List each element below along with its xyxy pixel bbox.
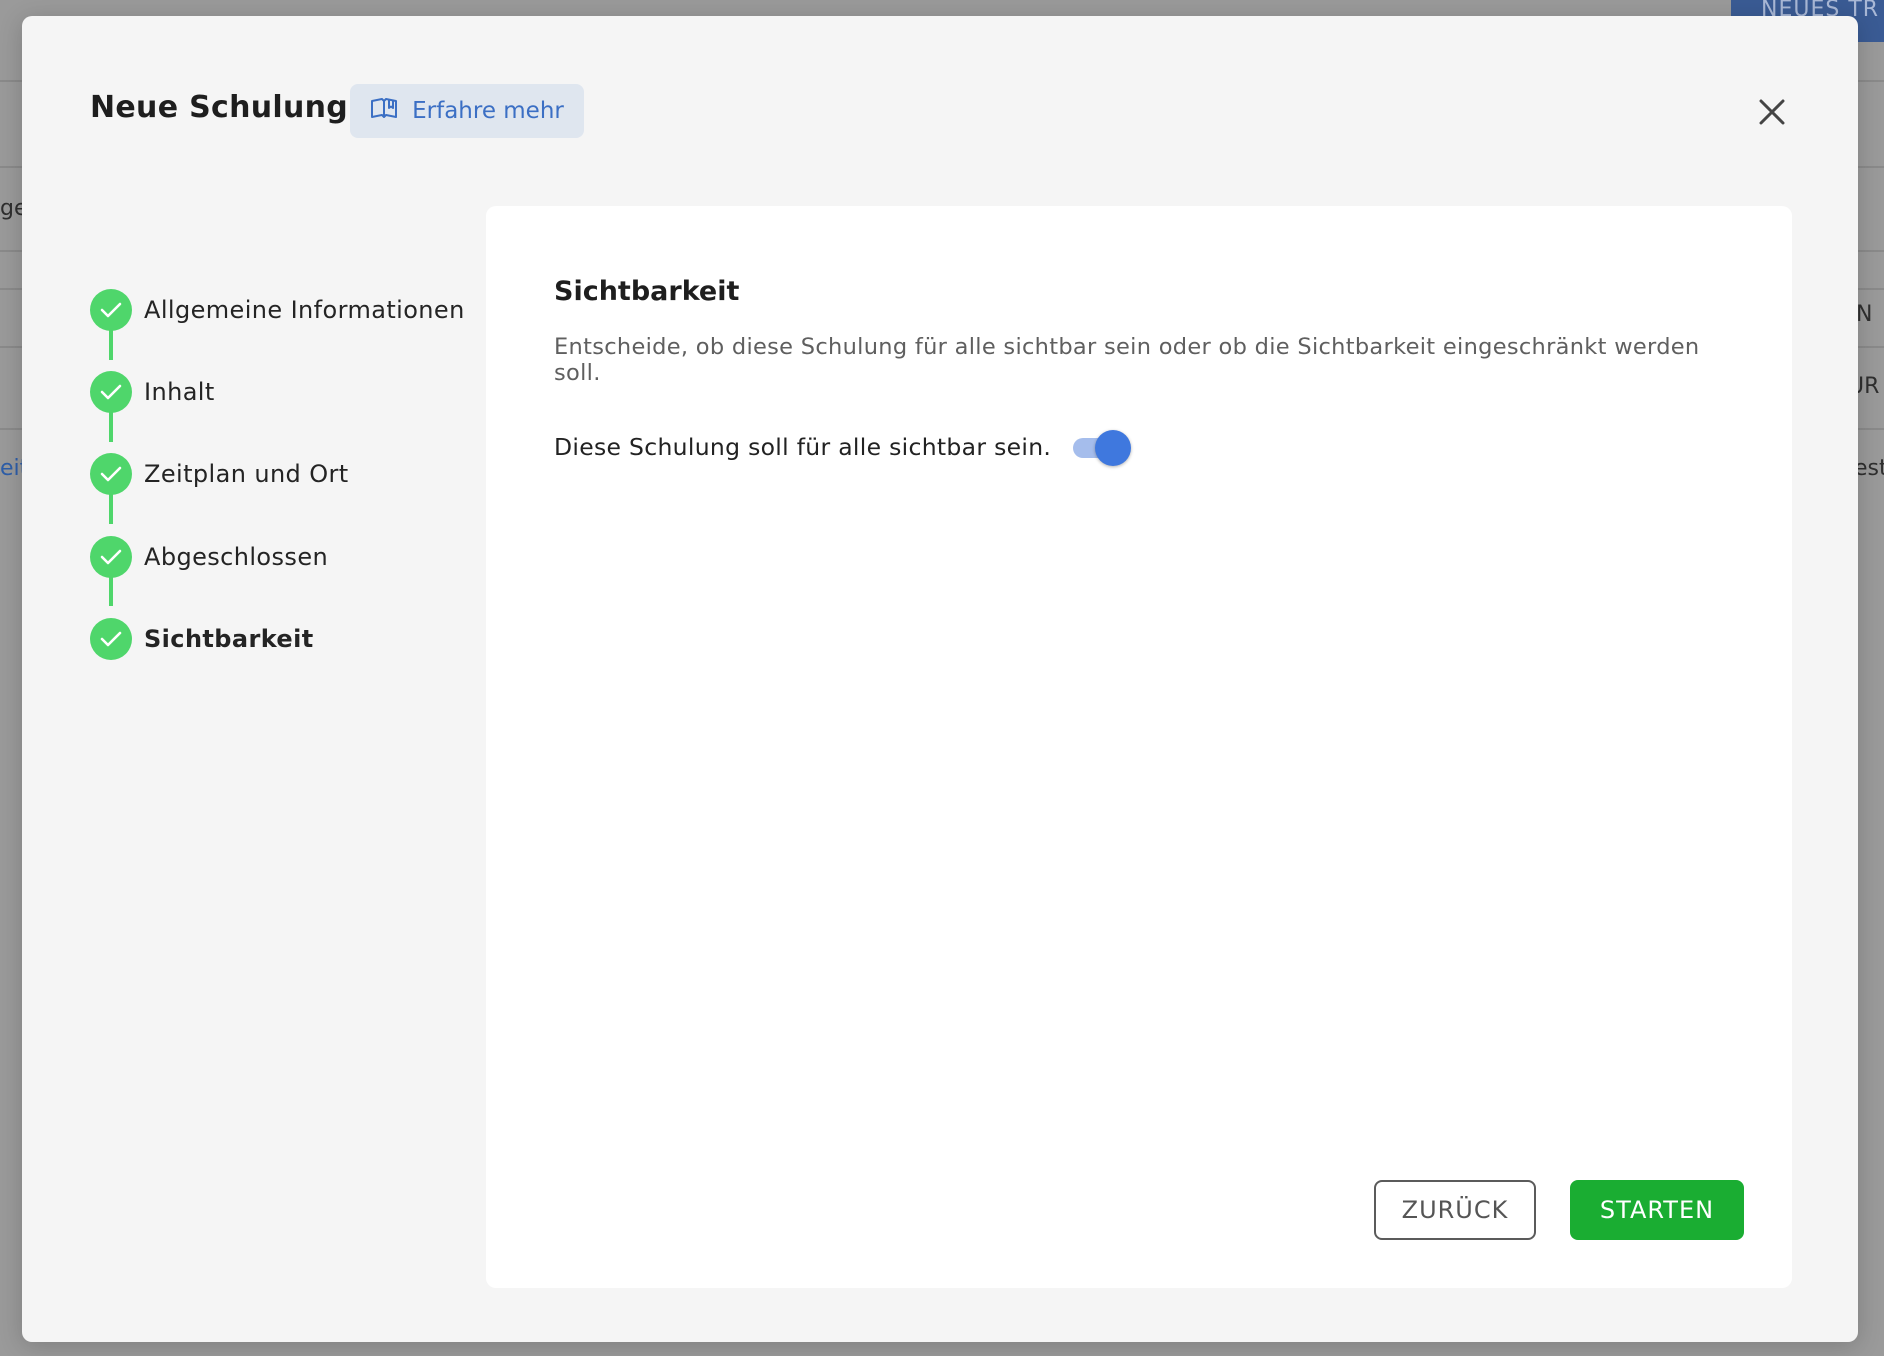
step-label: Inhalt <box>144 378 215 406</box>
checkmark-icon <box>90 618 132 660</box>
checkmark-icon <box>90 371 132 413</box>
dialog-title: Neue Schulung <box>90 90 349 125</box>
checkmark-icon <box>90 289 132 331</box>
back-button[interactable]: ZURÜCK <box>1374 1180 1536 1240</box>
learn-more-label: Erfahre mehr <box>412 98 564 124</box>
background-text-fragment: est <box>1854 456 1884 481</box>
start-button[interactable]: STARTEN <box>1570 1180 1744 1240</box>
background-text-fragment: N <box>1856 302 1873 327</box>
step-label: Abgeschlossen <box>144 543 329 571</box>
visibility-toggle-row: Diese Schulung soll für alle sichtbar se… <box>554 428 1132 466</box>
checkmark-icon <box>90 536 132 578</box>
new-training-dialog: Neue Schulung Erfahre mehr Allgemeine In… <box>22 16 1858 1342</box>
step-label: Sichtbarkeit <box>144 625 314 653</box>
step-completed[interactable]: Abgeschlossen <box>90 536 328 578</box>
visibility-toggle[interactable] <box>1071 428 1132 466</box>
section-description: Entscheide, ob diese Schulung für alle s… <box>554 334 1700 386</box>
step-visibility[interactable]: Sichtbarkeit <box>90 618 314 660</box>
toggle-thumb <box>1095 430 1132 466</box>
checkmark-icon <box>90 453 132 495</box>
step-label: Allgemeine Informationen <box>144 296 465 324</box>
book-icon <box>370 96 398 126</box>
section-title: Sichtbarkeit <box>554 276 740 307</box>
visibility-panel: Sichtbarkeit Entscheide, ob diese Schulu… <box>486 206 1792 1288</box>
close-button[interactable] <box>1752 94 1792 134</box>
step-schedule-location[interactable]: Zeitplan und Ort <box>90 453 349 495</box>
step-content[interactable]: Inhalt <box>90 371 215 413</box>
learn-more-button[interactable]: Erfahre mehr <box>350 84 584 138</box>
step-general-information[interactable]: Allgemeine Informationen <box>90 289 465 331</box>
step-label: Zeitplan und Ort <box>144 460 349 488</box>
visibility-toggle-label: Diese Schulung soll für alle sichtbar se… <box>554 433 1052 461</box>
close-icon <box>1758 98 1786 130</box>
